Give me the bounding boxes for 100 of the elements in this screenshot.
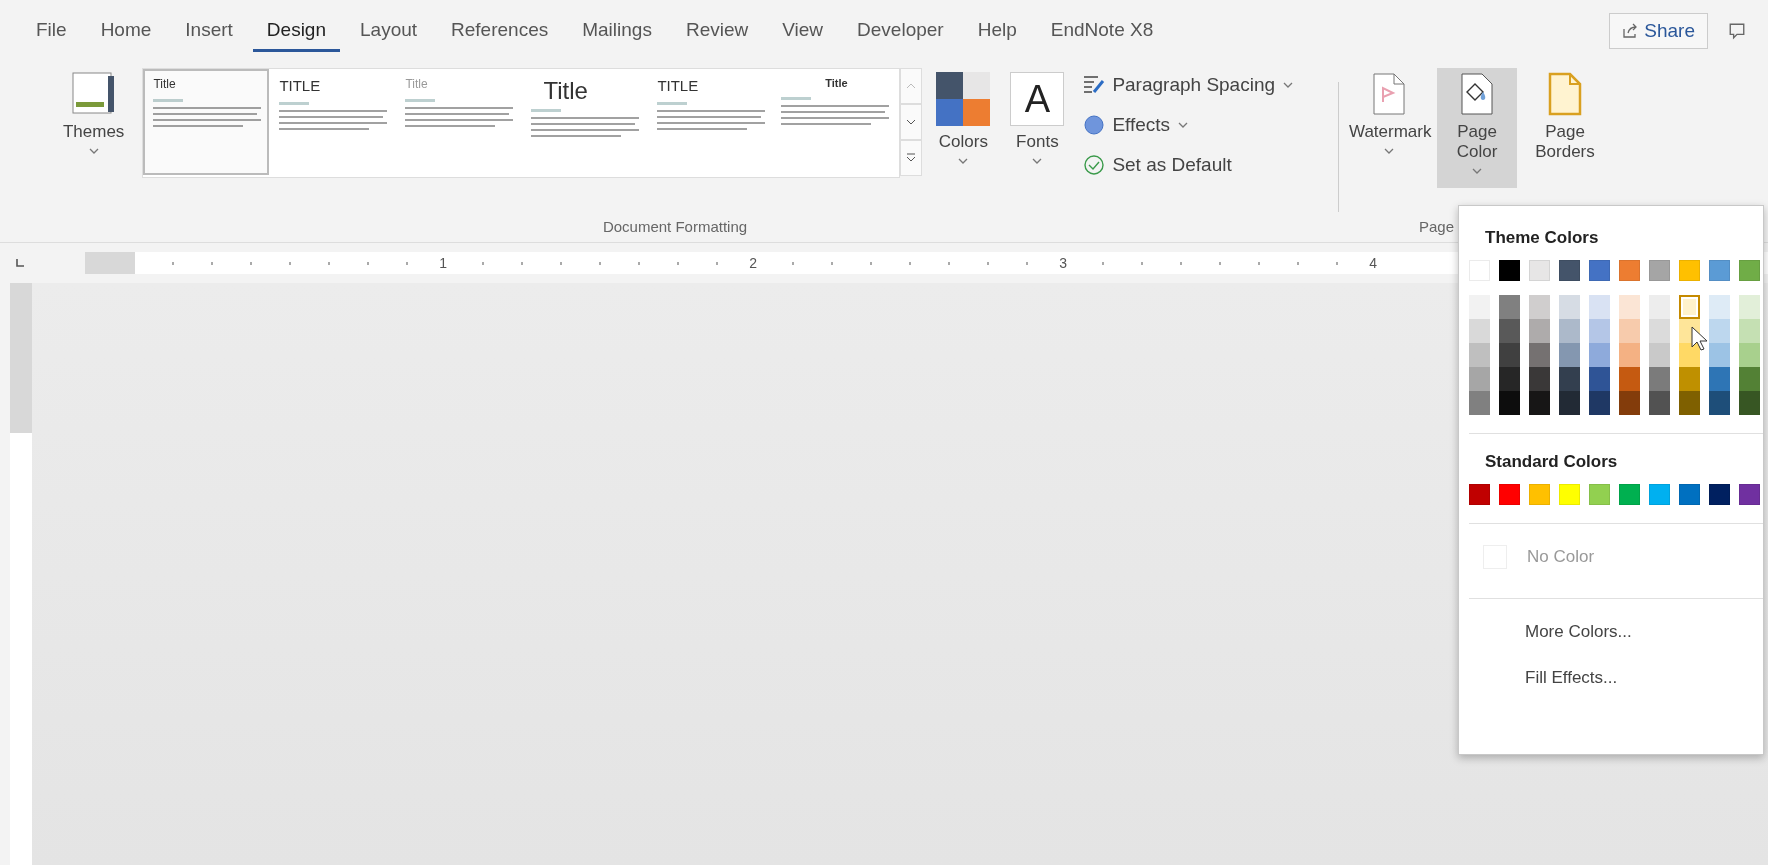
color-swatch[interactable] bbox=[1589, 319, 1610, 343]
color-swatch[interactable] bbox=[1559, 295, 1580, 319]
color-swatch[interactable] bbox=[1739, 391, 1760, 415]
color-swatch[interactable] bbox=[1649, 484, 1670, 505]
color-swatch[interactable] bbox=[1709, 391, 1730, 415]
menu-item[interactable]: Fill Effects... bbox=[1459, 655, 1763, 701]
ribbon-tab[interactable]: References bbox=[437, 10, 563, 52]
color-swatch[interactable] bbox=[1589, 295, 1610, 319]
color-swatch[interactable] bbox=[1559, 484, 1580, 505]
color-swatch[interactable] bbox=[1649, 260, 1670, 281]
color-swatch[interactable] bbox=[1529, 260, 1550, 281]
color-swatch[interactable] bbox=[1559, 319, 1580, 343]
style-set-thumbnail[interactable]: Title bbox=[143, 69, 270, 175]
color-swatch[interactable] bbox=[1529, 391, 1550, 415]
color-swatch[interactable] bbox=[1559, 367, 1580, 391]
color-swatch[interactable] bbox=[1649, 319, 1670, 343]
color-swatch[interactable] bbox=[1499, 260, 1520, 281]
color-swatch[interactable] bbox=[1709, 295, 1730, 319]
ribbon-tab[interactable]: Layout bbox=[346, 10, 432, 52]
color-swatch[interactable] bbox=[1469, 295, 1490, 319]
ribbon-command[interactable]: Set as Default bbox=[1082, 148, 1294, 182]
ribbon-tab[interactable]: Insert bbox=[171, 10, 247, 52]
ribbon-tab[interactable]: View bbox=[768, 10, 838, 52]
color-swatch[interactable] bbox=[1499, 484, 1520, 505]
ribbon-tab[interactable]: Design bbox=[252, 10, 340, 52]
ribbon-tab[interactable]: Review bbox=[671, 10, 763, 52]
color-swatch[interactable] bbox=[1679, 484, 1700, 505]
page-background-button[interactable]: Page Color bbox=[1437, 68, 1517, 188]
color-swatch[interactable] bbox=[1649, 367, 1670, 391]
color-swatch[interactable] bbox=[1559, 391, 1580, 415]
style-set-thumbnail[interactable]: Title bbox=[773, 69, 900, 175]
color-swatch[interactable] bbox=[1619, 260, 1640, 281]
color-swatch[interactable] bbox=[1619, 391, 1640, 415]
color-swatch[interactable] bbox=[1709, 343, 1730, 367]
color-swatch[interactable] bbox=[1469, 319, 1490, 343]
color-swatch[interactable] bbox=[1529, 343, 1550, 367]
gallery-more-button[interactable] bbox=[900, 140, 923, 176]
color-swatch[interactable] bbox=[1469, 343, 1490, 367]
ribbon-tab[interactable]: Mailings bbox=[568, 10, 666, 52]
colors-button[interactable]: Colors bbox=[930, 68, 997, 188]
color-swatch[interactable] bbox=[1589, 343, 1610, 367]
color-swatch[interactable] bbox=[1709, 319, 1730, 343]
fonts-button[interactable]: A Fonts bbox=[1004, 68, 1071, 188]
ribbon-tab[interactable]: Developer bbox=[843, 10, 958, 52]
gallery-up-button[interactable] bbox=[900, 68, 923, 104]
color-swatch[interactable] bbox=[1739, 343, 1760, 367]
color-swatch[interactable] bbox=[1619, 484, 1640, 505]
ribbon-tab[interactable]: EndNote X8 bbox=[1036, 10, 1168, 52]
style-set-thumbnail[interactable]: Title bbox=[521, 69, 648, 175]
color-swatch[interactable] bbox=[1709, 260, 1730, 281]
color-swatch[interactable] bbox=[1559, 260, 1580, 281]
style-set-thumbnail[interactable]: TITLE bbox=[269, 69, 396, 175]
share-button[interactable]: Share bbox=[1609, 13, 1708, 49]
color-swatch[interactable] bbox=[1679, 295, 1700, 319]
color-swatch[interactable] bbox=[1529, 367, 1550, 391]
color-swatch[interactable] bbox=[1499, 391, 1520, 415]
color-swatch[interactable] bbox=[1619, 343, 1640, 367]
color-swatch[interactable] bbox=[1679, 343, 1700, 367]
ribbon-command[interactable]: Effects bbox=[1082, 108, 1294, 142]
color-swatch[interactable] bbox=[1679, 391, 1700, 415]
style-set-thumbnail[interactable]: TITLE bbox=[647, 69, 774, 175]
color-swatch[interactable] bbox=[1619, 295, 1640, 319]
tab-stop-icon[interactable] bbox=[15, 258, 25, 268]
color-swatch[interactable] bbox=[1619, 367, 1640, 391]
color-swatch[interactable] bbox=[1499, 295, 1520, 319]
color-swatch[interactable] bbox=[1739, 295, 1760, 319]
color-swatch[interactable] bbox=[1469, 484, 1490, 505]
color-swatch[interactable] bbox=[1529, 484, 1550, 505]
color-swatch[interactable] bbox=[1589, 484, 1610, 505]
color-swatch[interactable] bbox=[1469, 391, 1490, 415]
ribbon-tab[interactable]: Help bbox=[963, 10, 1031, 52]
color-swatch[interactable] bbox=[1709, 484, 1730, 505]
ribbon-command[interactable]: Paragraph Spacing bbox=[1082, 68, 1294, 102]
menu-item[interactable]: More Colors... bbox=[1459, 609, 1763, 655]
color-swatch[interactable] bbox=[1469, 367, 1490, 391]
color-swatch[interactable] bbox=[1679, 260, 1700, 281]
color-swatch[interactable] bbox=[1529, 295, 1550, 319]
color-swatch[interactable] bbox=[1589, 367, 1610, 391]
themes-button[interactable]: Themes bbox=[56, 68, 131, 188]
gallery-down-button[interactable] bbox=[900, 104, 923, 140]
color-swatch[interactable] bbox=[1739, 260, 1760, 281]
ribbon-tab[interactable]: Home bbox=[86, 10, 166, 52]
color-swatch[interactable] bbox=[1739, 367, 1760, 391]
color-swatch[interactable] bbox=[1529, 319, 1550, 343]
color-swatch[interactable] bbox=[1559, 343, 1580, 367]
comment-icon[interactable] bbox=[1728, 22, 1746, 40]
color-swatch[interactable] bbox=[1619, 319, 1640, 343]
color-swatch[interactable] bbox=[1649, 295, 1670, 319]
color-swatch[interactable] bbox=[1739, 319, 1760, 343]
color-swatch[interactable] bbox=[1649, 343, 1670, 367]
color-swatch[interactable] bbox=[1649, 391, 1670, 415]
color-swatch[interactable] bbox=[1499, 319, 1520, 343]
color-swatch[interactable] bbox=[1739, 484, 1760, 505]
ribbon-tab[interactable]: File bbox=[22, 10, 81, 52]
color-swatch[interactable] bbox=[1589, 391, 1610, 415]
color-swatch[interactable] bbox=[1499, 367, 1520, 391]
color-swatch[interactable] bbox=[1679, 367, 1700, 391]
color-swatch[interactable] bbox=[1709, 367, 1730, 391]
color-swatch[interactable] bbox=[1499, 343, 1520, 367]
page-background-button[interactable]: Page Borders bbox=[1525, 68, 1605, 188]
